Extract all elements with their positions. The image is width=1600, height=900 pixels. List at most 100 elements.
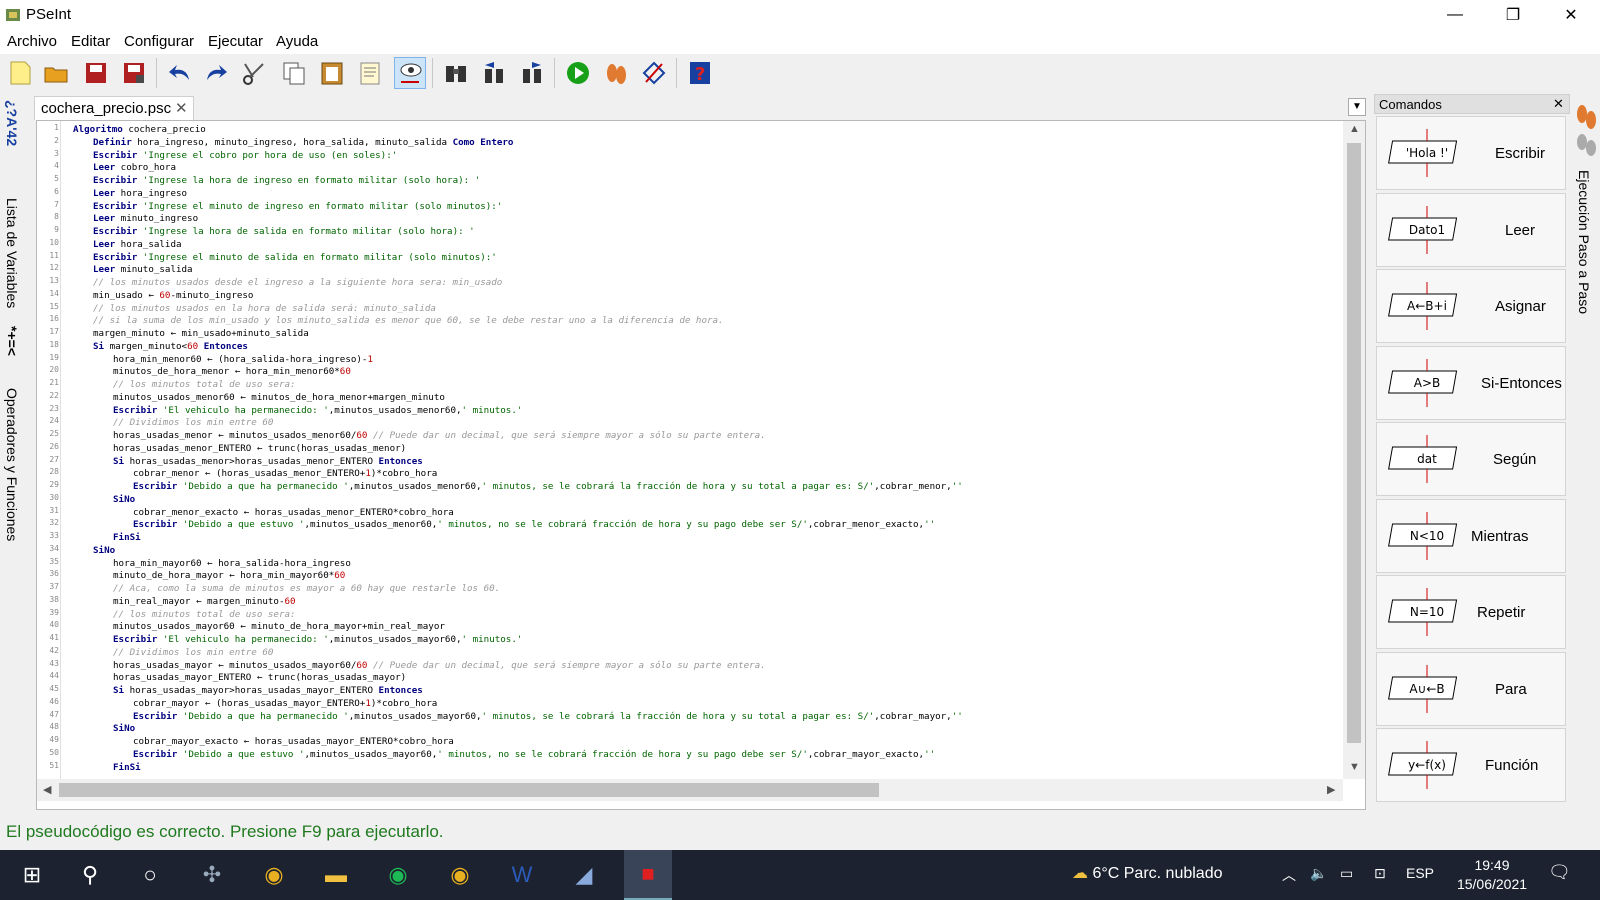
search-icon[interactable]	[440, 57, 472, 89]
code-line[interactable]: minutos_de_hora_menor ← hora_min_menor60…	[113, 365, 351, 378]
chrome-icon[interactable]: ◉	[436, 850, 484, 900]
code-line[interactable]: horas_usadas_menor ← minutos_usados_meno…	[113, 429, 766, 442]
new-file-icon[interactable]	[4, 57, 36, 89]
code-line[interactable]: min_real_mayor ← margen_minuto-60	[113, 595, 296, 608]
code-line[interactable]: SiNo	[113, 493, 135, 506]
code-line[interactable]: cobrar_menor_exacto ← horas_usadas_menor…	[133, 506, 454, 519]
code-line[interactable]: cobrar_mayor_exacto ← horas_usadas_mayor…	[133, 735, 454, 748]
help-icon[interactable]: ?	[684, 57, 716, 89]
code-line[interactable]: // los minutos usados desde el ingreso a…	[93, 276, 502, 289]
menu-ayuda[interactable]: Ayuda	[276, 33, 318, 50]
code-line[interactable]: Algoritmo cochera_precio	[73, 123, 206, 136]
code-line[interactable]: horas_usadas_mayor ← minutos_usados_mayo…	[113, 659, 766, 672]
code-line[interactable]: Escribir 'Ingrese el cobro por hora de u…	[93, 149, 397, 162]
display-icon[interactable]: ⊡	[1374, 865, 1386, 882]
code-line[interactable]: Escribir 'Debido a que ha permanecido ',…	[133, 480, 963, 493]
code-line[interactable]: FinSi	[113, 531, 141, 544]
minimize-button[interactable]: —	[1426, 0, 1484, 30]
search-prev-icon[interactable]	[478, 57, 510, 89]
code-line[interactable]: Leer hora_salida	[93, 238, 182, 251]
code-line[interactable]: // los minutos usados en la hora de sali…	[93, 302, 436, 315]
code-line[interactable]: // Aca, como la suma de minutos es mayor…	[113, 582, 500, 595]
comment-icon[interactable]	[354, 57, 386, 89]
file-explorer-icon[interactable]: ▬	[312, 850, 360, 900]
step-execution-icon[interactable]	[1574, 100, 1598, 162]
search-icon[interactable]: ⚲	[66, 850, 114, 900]
inspect-icon[interactable]	[394, 57, 426, 89]
scroll-up-arrow[interactable]: ▲	[1349, 123, 1360, 135]
scroll-down-arrow[interactable]: ▼	[1349, 761, 1360, 773]
code-line[interactable]: minuto_de_hora_mayor ← hora_min_mayor60*…	[113, 569, 345, 582]
search-next-icon[interactable]	[516, 57, 548, 89]
clock[interactable]: 19:49 15/06/2021	[1452, 856, 1532, 894]
code-line[interactable]: Leer minuto_salida	[93, 263, 193, 276]
code-line[interactable]: SiNo	[93, 544, 115, 557]
code-line[interactable]: horas_usadas_mayor_ENTERO ← trunc(horas_…	[113, 671, 406, 684]
code-line[interactable]: Escribir 'Ingrese el minuto de ingreso e…	[93, 200, 502, 213]
pseint-active-icon[interactable]: ■	[624, 850, 672, 900]
tab-list-dropdown[interactable]: ▼	[1348, 98, 1366, 116]
scroll-left-arrow[interactable]: ◀	[43, 783, 51, 796]
flowchart-icon[interactable]	[638, 57, 670, 89]
code-line[interactable]: Si margen_minuto<60 Entonces	[93, 340, 248, 353]
code-line[interactable]: Escribir 'Debido a que estuvo ',minutos_…	[133, 518, 935, 531]
code-line[interactable]: hora_min_mayor60 ← hora_salida-hora_ingr…	[113, 557, 351, 570]
code-line[interactable]: cobrar_menor ← (horas_usadas_menor_ENTER…	[133, 467, 437, 480]
volume-icon[interactable]: 🔈	[1310, 865, 1327, 882]
save-icon[interactable]	[80, 57, 112, 89]
windows-start-icon[interactable]: ⊞	[8, 850, 56, 900]
code-line[interactable]: Escribir 'El vehiculo ha permanecido: ',…	[113, 633, 522, 646]
language-indicator[interactable]: ESP	[1406, 865, 1434, 881]
command-funcion-button[interactable]: y←f(x) Función	[1376, 728, 1566, 802]
code-line[interactable]: // Dividimos los min entre 60	[113, 646, 273, 659]
code-line[interactable]: hora_min_menor60 ← (hora_salida-hora_ing…	[113, 353, 373, 366]
code-line[interactable]: minutos_usados_menor60 ← minutos_de_hora…	[113, 391, 445, 404]
code-line[interactable]: Escribir 'Debido a que ha permanecido ',…	[133, 710, 963, 723]
menu-editar[interactable]: Editar	[71, 33, 110, 50]
code-line[interactable]: // los minutos total de uso sera:	[113, 608, 296, 621]
network-icon[interactable]: ▭	[1340, 865, 1353, 882]
code-line[interactable]: Escribir 'Debido a que estuvo ',minutos_…	[133, 748, 935, 761]
code-line[interactable]: FinSi	[113, 761, 141, 774]
code-line[interactable]: Escribir 'Ingrese el minuto de salida en…	[93, 251, 497, 264]
operators-functions-tab[interactable]: Operadores y Funciones	[4, 388, 20, 541]
step-by-step-tab[interactable]: Ejecución Paso a Paso	[1576, 170, 1592, 314]
code-line[interactable]: Escribir 'Ingrese la hora de ingreso en …	[93, 174, 480, 187]
code-line[interactable]: cobrar_mayor ← (horas_usadas_mayor_ENTER…	[133, 697, 437, 710]
code-line[interactable]: Si horas_usadas_menor>horas_usadas_menor…	[113, 455, 423, 468]
copy-icon[interactable]	[278, 57, 310, 89]
code-line[interactable]: Definir hora_ingreso, minuto_ingreso, ho…	[93, 136, 513, 149]
notepad-icon[interactable]: ◢	[560, 850, 608, 900]
undo-icon[interactable]	[164, 57, 196, 89]
word-icon[interactable]: W	[498, 850, 546, 900]
redo-icon[interactable]	[200, 57, 232, 89]
vertical-scrollbar[interactable]: ▲ ▼	[1343, 121, 1365, 779]
operators-glyph[interactable]: *+=<	[4, 326, 20, 356]
command-escribir-button[interactable]: 'Hola !' Escribir	[1376, 116, 1566, 190]
command-para-button[interactable]: A∪←B Para	[1376, 651, 1566, 726]
step-icon[interactable]	[600, 57, 632, 89]
menu-configurar[interactable]: Configurar	[124, 33, 194, 50]
notifications-icon[interactable]: 🗨	[1548, 862, 1571, 883]
code-editor[interactable]: 1 2 3 4 5 6 7 8 9 10 11 12 13 14 15 16 17 18 19 20 21 22 23 24 2…	[36, 120, 1366, 810]
vertical-scroll-thumb[interactable]	[1347, 143, 1361, 743]
code-line[interactable]: Escribir 'Ingrese la hora de salida en f…	[93, 225, 475, 238]
command-segun-button[interactable]: dat Según	[1376, 422, 1566, 496]
cut-icon[interactable]	[238, 57, 270, 89]
code-line[interactable]: Leer minuto_ingreso	[93, 212, 198, 225]
code-area[interactable]: Algoritmo cochera_precio Definir hora_ing…	[63, 121, 1343, 779]
pseint-icon[interactable]: ✣	[188, 850, 236, 900]
command-si-entonces-button[interactable]: A>B Si-Entonces	[1376, 345, 1566, 420]
code-line[interactable]: // Dividimos los min entre 60	[113, 416, 273, 429]
code-line[interactable]: // si la suma de los min_usado y los min…	[93, 314, 724, 327]
horizontal-scrollbar[interactable]: ◀ ▶	[37, 779, 1343, 801]
run-icon[interactable]	[562, 57, 594, 89]
code-line[interactable]: // los minutos total de uso sera:	[113, 378, 296, 391]
spotify-icon[interactable]: ◉	[374, 850, 422, 900]
tab-cochera-precio[interactable]: cochera_precio.psc ✕	[34, 96, 194, 120]
open-folder-icon[interactable]	[40, 57, 72, 89]
operators-icon-glyph[interactable]: ¿?A'42	[4, 100, 20, 146]
paste-icon[interactable]	[316, 57, 348, 89]
code-line[interactable]: Leer cobro_hora	[93, 161, 176, 174]
code-line[interactable]: SiNo	[113, 722, 135, 735]
